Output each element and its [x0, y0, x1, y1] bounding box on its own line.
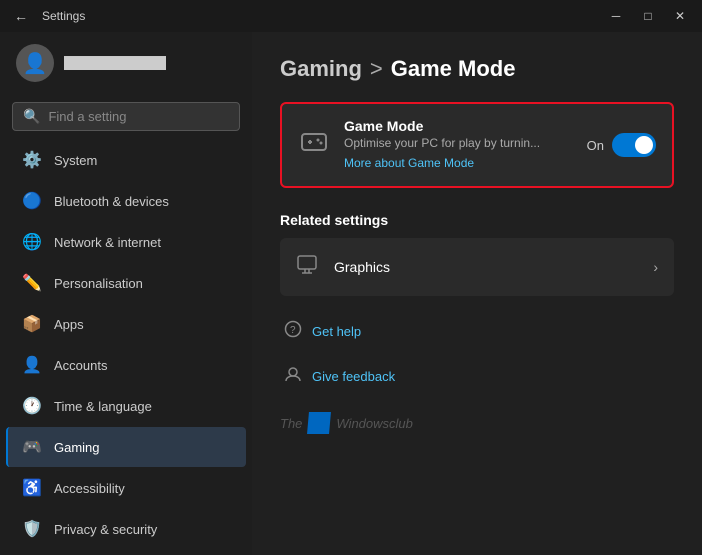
privacy-icon: 🛡️: [22, 519, 42, 539]
sidebar-nav: ⚙️ System 🔵 Bluetooth & devices 🌐 Networ…: [0, 139, 252, 555]
accounts-icon: 👤: [22, 355, 42, 375]
sidebar-item-label: Apps: [54, 317, 84, 332]
avatar-icon: 👤: [23, 51, 48, 76]
search-container: 🔍: [0, 94, 252, 139]
game-mode-toggle[interactable]: [612, 133, 656, 157]
sidebar-item-apps[interactable]: 📦 Apps: [6, 304, 246, 344]
sidebar-item-bluetooth[interactable]: 🔵 Bluetooth & devices: [6, 181, 246, 221]
sidebar-item-label: Gaming: [54, 440, 100, 455]
sidebar-item-label: Accounts: [54, 358, 107, 373]
graphics-settings-item[interactable]: Graphics ›: [280, 238, 674, 296]
back-button[interactable]: ←: [8, 4, 34, 28]
watermark: The Windowsclub: [280, 412, 674, 434]
gaming-icon: 🎮: [22, 437, 42, 457]
graphics-icon: [296, 252, 320, 282]
sidebar-item-label: Time & language: [54, 399, 152, 414]
breadcrumb: Gaming > Game Mode: [280, 56, 674, 82]
toggle-label: On: [587, 138, 604, 153]
avatar: 👤: [16, 44, 54, 82]
get-help-label: Get help: [312, 324, 361, 339]
sidebar-item-accounts[interactable]: 👤 Accounts: [6, 345, 246, 385]
time-icon: 🕐: [22, 396, 42, 416]
titlebar: ← Settings ─ □ ✕: [0, 0, 702, 32]
search-input[interactable]: [48, 109, 229, 124]
sidebar-item-label: Privacy & security: [54, 522, 157, 537]
maximize-button[interactable]: □: [634, 5, 662, 27]
user-profile[interactable]: 👤 ████████████: [0, 32, 252, 94]
toggle-container: On: [587, 133, 656, 157]
breadcrumb-separator: >: [370, 56, 383, 82]
give-feedback-link[interactable]: Give feedback: [280, 357, 674, 396]
search-box[interactable]: 🔍: [12, 102, 240, 131]
apps-icon: 📦: [22, 314, 42, 334]
sidebar: 👤 ████████████ 🔍 ⚙️ System 🔵 Bluetooth &…: [0, 32, 252, 555]
search-icon: 🔍: [23, 108, 40, 125]
game-mode-card: Game Mode Optimise your PC for play by t…: [280, 102, 674, 188]
app-container: 👤 ████████████ 🔍 ⚙️ System 🔵 Bluetooth &…: [0, 32, 702, 555]
svg-text:?: ?: [290, 325, 296, 336]
sidebar-item-privacy[interactable]: 🛡️ Privacy & security: [6, 509, 246, 549]
game-mode-title: Game Mode: [344, 118, 573, 134]
content-area: Gaming > Game Mode Game Mode Optimise yo…: [252, 32, 702, 555]
sidebar-item-time[interactable]: 🕐 Time & language: [6, 386, 246, 426]
sidebar-item-system[interactable]: ⚙️ System: [6, 140, 246, 180]
sidebar-item-label: Network & internet: [54, 235, 161, 250]
help-links: ? Get help Give feedback: [280, 312, 674, 396]
sidebar-item-network[interactable]: 🌐 Network & internet: [6, 222, 246, 262]
sidebar-item-label: Personalisation: [54, 276, 143, 291]
personalisation-icon: ✏️: [22, 273, 42, 293]
close-button[interactable]: ✕: [666, 5, 694, 27]
get-help-icon: ?: [284, 320, 302, 343]
game-mode-link[interactable]: More about Game Mode: [344, 156, 474, 170]
windows-logo-icon: [307, 412, 331, 434]
sidebar-item-label: System: [54, 153, 97, 168]
related-settings-title: Related settings: [280, 212, 674, 228]
give-feedback-icon: [284, 365, 302, 388]
game-mode-desc: Optimise your PC for play by turnin...: [344, 136, 573, 150]
get-help-link[interactable]: ? Get help: [280, 312, 674, 351]
sidebar-item-label: Bluetooth & devices: [54, 194, 169, 209]
breadcrumb-parent[interactable]: Gaming: [280, 56, 362, 82]
minimize-button[interactable]: ─: [602, 5, 630, 27]
watermark-text: The: [280, 416, 302, 431]
user-name: ████████████: [64, 56, 166, 70]
game-mode-info: Game Mode Optimise your PC for play by t…: [344, 118, 573, 172]
watermark-text2: Windowsclub: [336, 416, 412, 431]
chevron-right-icon: ›: [653, 259, 658, 275]
system-icon: ⚙️: [22, 150, 42, 170]
titlebar-title: Settings: [42, 9, 85, 23]
sidebar-item-accessibility[interactable]: ♿ Accessibility: [6, 468, 246, 508]
titlebar-left: ← Settings: [8, 4, 85, 28]
network-icon: 🌐: [22, 232, 42, 252]
sidebar-item-personalisation[interactable]: ✏️ Personalisation: [6, 263, 246, 303]
give-feedback-label: Give feedback: [312, 369, 395, 384]
sidebar-item-gaming[interactable]: 🎮 Gaming: [6, 427, 246, 467]
sidebar-item-label: Accessibility: [54, 481, 125, 496]
bluetooth-icon: 🔵: [22, 191, 42, 211]
breadcrumb-current: Game Mode: [391, 56, 516, 82]
titlebar-controls: ─ □ ✕: [602, 5, 694, 27]
sidebar-item-windows-update[interactable]: 🔄 Windows Update: [6, 550, 246, 555]
accessibility-icon: ♿: [22, 478, 42, 498]
game-mode-card-icon: [298, 126, 330, 165]
graphics-label: Graphics: [334, 259, 639, 275]
